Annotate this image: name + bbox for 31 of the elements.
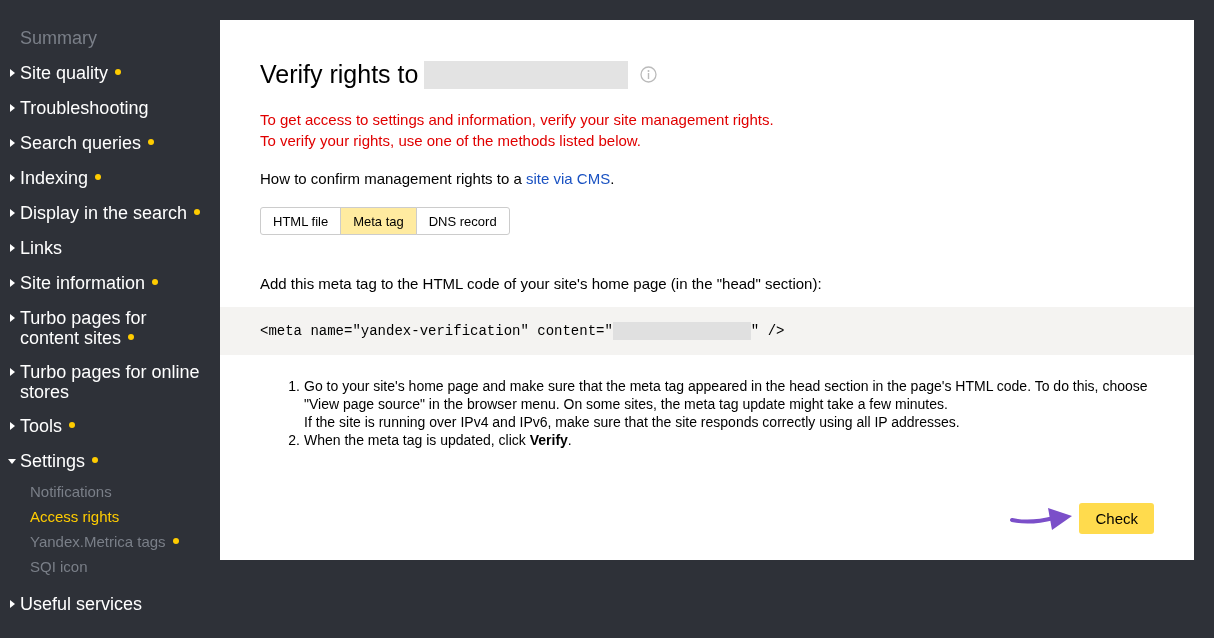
step-text: If the site is running over IPv4 and IPv6, make sure that the site responds correctly using all IP addresses. [304,413,961,431]
sidebar-item[interactable]: Useful services [20,594,143,614]
step-number: 2. [287,431,301,449]
step-text: Go to your site's home page and make sure that the meta tag appeared in the head section in the page's HTML code. To do this, choose "View page source" in the browser menu. On some sites, the meta tag update might take a few minutes. [304,377,1149,413]
sidebar-item[interactable]: Links [20,238,63,258]
check-button[interactable]: Check [1079,503,1154,534]
sidebar-item[interactable]: Turbo pages for online stores [20,362,210,402]
step-number: 1. [287,377,301,396]
sidebar-subitem[interactable]: Access rights [30,507,220,526]
sidebar-item[interactable]: Tools [20,416,76,436]
sidebar-item[interactable]: Troubleshooting [20,98,149,118]
sidebar-item[interactable]: Indexing [20,168,102,188]
page-title: Verify rights to [260,60,419,89]
sidebar-item[interactable]: Display in the search [20,203,201,223]
sidebar-item[interactable]: Site information [20,273,159,293]
instruction-text: Add this meta tag to the HTML code of your site's home page (in the "head" section): [260,275,823,292]
code-text: " /> [750,323,785,339]
warning-text: To get access to settings and information, verify your site management rights. [260,111,775,129]
warning-text: To verify your rights, use one of the methods listed below. [260,132,643,150]
step-text: When the meta tag is updated, click Verify. [304,431,572,449]
sidebar-item[interactable]: Site quality [20,63,122,83]
code-text: <meta name="yandex-verification" content=" [260,323,613,339]
method-tab[interactable]: HTML file [260,207,342,235]
help-text: . [610,170,615,187]
sidebar-item[interactable]: Turbo pages for content sites [20,308,210,348]
sidebar-item[interactable]: Settings [20,451,99,471]
method-tab[interactable]: DNS record [415,207,510,235]
info-icon[interactable] [640,66,658,83]
help-text: How to confirm management rights to a [260,170,523,187]
sidebar-item[interactable]: Search queries [20,133,155,153]
method-tab[interactable]: Meta tag [340,207,417,235]
